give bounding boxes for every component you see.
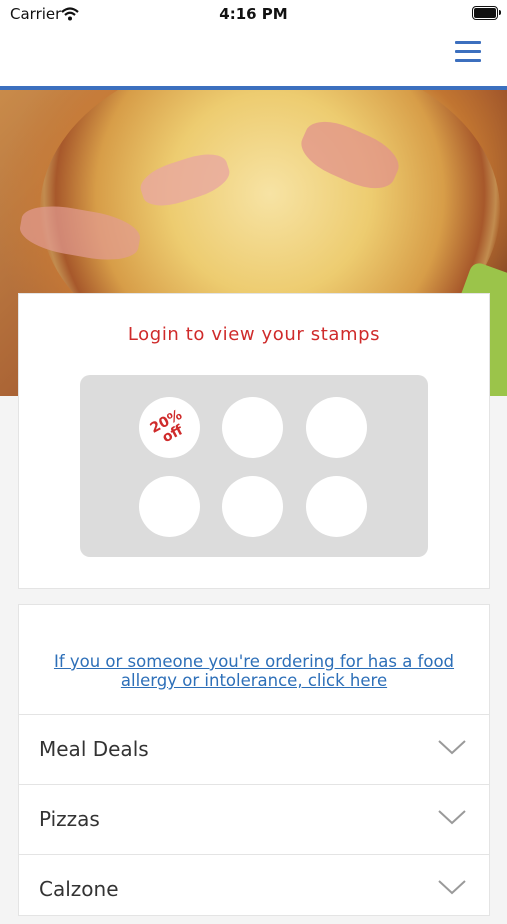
allergy-info-link[interactable]: If you or someone you're ordering for ha… — [33, 652, 475, 690]
hamburger-menu-icon[interactable] — [455, 39, 483, 65]
chevron-down-icon — [437, 738, 467, 756]
chevron-down-icon — [437, 808, 467, 826]
status-bar: Carrier 4:16 PM — [0, 0, 507, 30]
category-row-calzone[interactable]: Calzone — [19, 854, 489, 924]
category-row-pizzas[interactable]: Pizzas — [19, 784, 489, 854]
app-header — [0, 30, 507, 86]
stamp-slot — [222, 397, 283, 458]
stamp-slot — [306, 476, 367, 537]
chevron-down-icon — [437, 878, 467, 896]
menu-card: If you or someone you're ordering for ha… — [18, 604, 490, 916]
stamps-login-prompt[interactable]: Login to view your stamps — [19, 324, 489, 345]
battery-icon — [472, 6, 501, 20]
stamp-reward-label: 20% off — [147, 406, 186, 447]
stamp-slot — [306, 397, 367, 458]
category-label: Meal Deals — [39, 737, 149, 761]
stamp-grid: 20% off — [80, 375, 428, 557]
category-label: Pizzas — [39, 807, 100, 831]
stamp-slot — [222, 476, 283, 537]
category-row-meal-deals[interactable]: Meal Deals — [19, 714, 489, 784]
stamp-slot-reward: 20% off — [139, 397, 200, 458]
clock: 4:16 PM — [219, 5, 288, 23]
stamp-card: Login to view your stamps 20% off — [18, 293, 490, 589]
stamp-slot — [139, 476, 200, 537]
category-label: Calzone — [39, 877, 119, 901]
